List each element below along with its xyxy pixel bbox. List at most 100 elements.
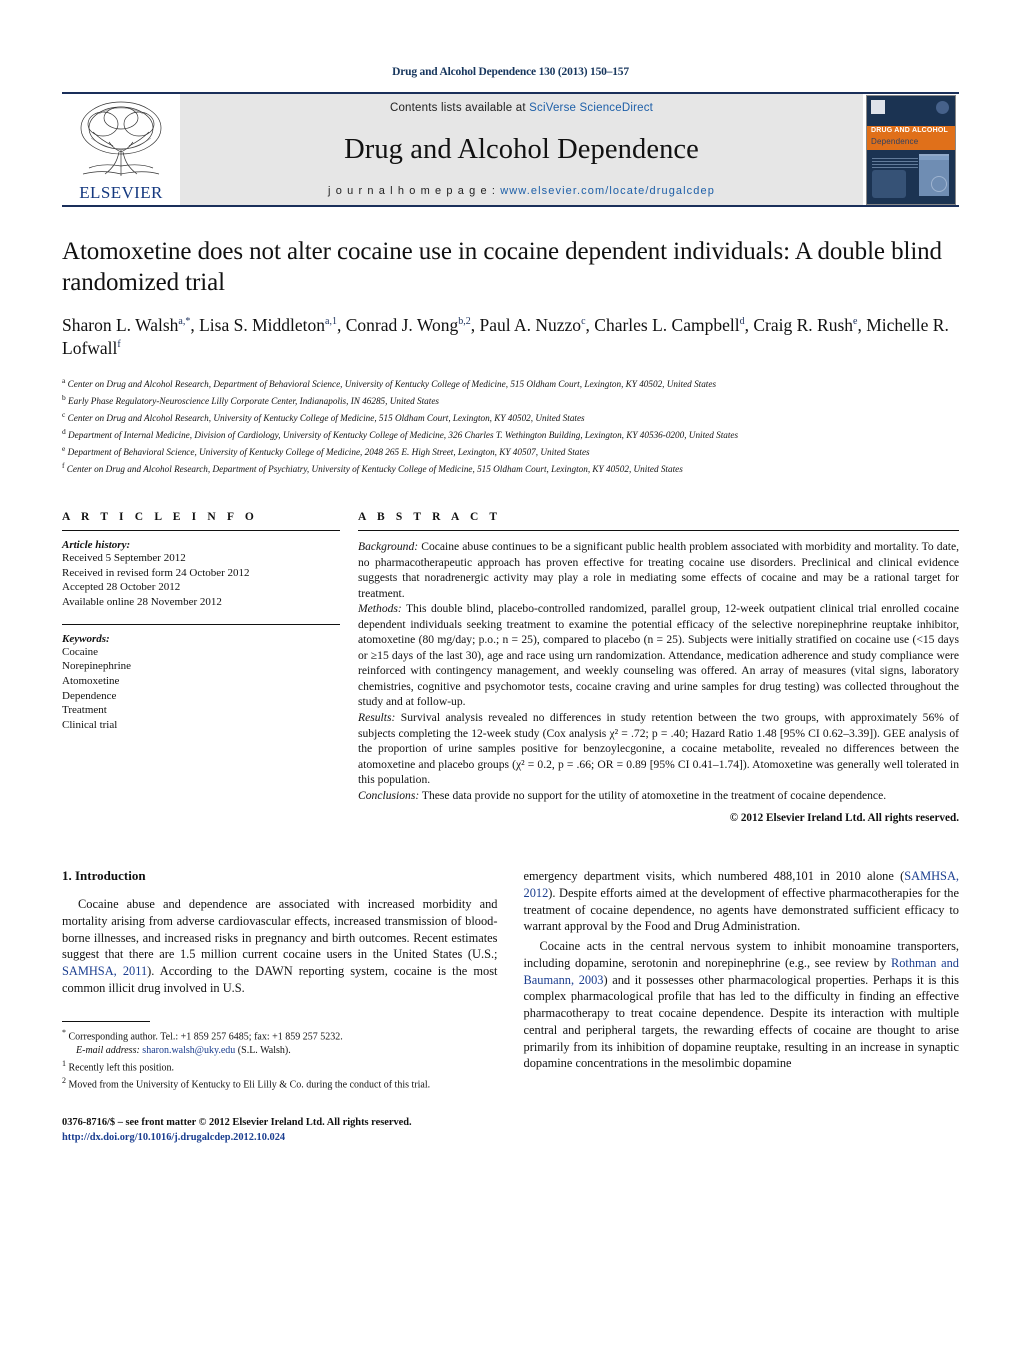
affiliation-text-a: Center on Drug and Alcohol Research, Dep… (67, 378, 717, 389)
history-online: Available online 28 November 2012 (62, 596, 222, 609)
article-info-rule (62, 530, 340, 532)
elsevier-wordmark: ELSEVIER (79, 183, 163, 202)
keyword-item: Atomoxetine (62, 674, 120, 687)
abstract-methods-label: Methods: (358, 602, 402, 616)
cover-hand-shape (872, 169, 906, 198)
journal-homepage-line: j o u r n a l h o m e p a g e : www.else… (328, 185, 715, 197)
abstract-heading: A B S T R A C T (358, 511, 502, 524)
journal-masthead: ELSEVIER Contents lists available at Sci… (62, 92, 959, 205)
homepage-label: j o u r n a l h o m e p a g e : (328, 185, 501, 197)
intro-right-text-2b: ) and it possesses other pharmacological… (523, 972, 960, 1071)
footnote-corresponding-text: Corresponding author. Tel.: +1 859 257 6… (68, 1030, 343, 1042)
doi-link[interactable]: http://dx.doi.org/10.1016/j.drugalcdep.2… (62, 1130, 498, 1145)
article-info-heading: A R T I C L E I N F O (62, 511, 258, 524)
cover-subtext-lines (872, 157, 918, 168)
affiliation-e: e Department of Behavioral Science, Univ… (62, 443, 959, 460)
info-abstract-row: A R T I C L E I N F O Article history: R… (62, 511, 959, 824)
intro-paragraph-right-2: Cocaine acts in the central nervous syst… (524, 938, 960, 1072)
footnote-note1-text: Recently left this position. (68, 1062, 175, 1074)
abstract-conclusions: Conclusions: These data provide no suppo… (358, 788, 959, 804)
issn-line: 0376-8716/$ – see front matter © 2012 El… (62, 1116, 412, 1128)
masthead-center: Contents lists available at SciVerse Sci… (180, 94, 863, 205)
email-link[interactable]: sharon.walsh@uky.edu (142, 1045, 235, 1056)
journal-cover-thumbnail: DRUG AND ALCOHOL Dependence (863, 94, 959, 205)
masthead-bottom-rule (62, 205, 959, 207)
affiliation-text-c: Center on Drug and Alcohol Research, Uni… (67, 413, 585, 424)
affiliation-marker-c: c (62, 409, 66, 419)
abstract-methods-text: This double blind, placebo-controlled ra… (358, 602, 959, 709)
cover-title-line1: DRUG AND ALCOHOL (871, 126, 948, 134)
intro-paragraph-left: Cocaine abuse and dependence are associa… (62, 896, 498, 996)
journal-title: Drug and Alcohol Dependence (344, 133, 699, 165)
footnote-rule (62, 1020, 150, 1022)
abstract-background: Background: Cocaine abuse continues to b… (358, 539, 959, 601)
intro-left-text-a: Cocaine abuse and dependence are associa… (62, 897, 498, 962)
intro-paragraph-right-1: emergency department visits, which numbe… (524, 868, 960, 935)
footnote-marker-asterisk: * (62, 1027, 66, 1037)
affiliation-marker-d: d (62, 427, 66, 437)
abstract-methods: Methods: This double blind, placebo-cont… (358, 601, 959, 710)
affiliation-marker-e: e (62, 444, 66, 454)
page-title: Atomoxetine does not alter cocaine use i… (62, 238, 942, 296)
article-page: Drug and Alcohol Dependence 130 (2013) 1… (0, 0, 1021, 1351)
footnote-note-2: 2 Moved from the University of Kentucky … (62, 1075, 498, 1092)
affiliation-c: c Center on Drug and Alcohol Research, U… (62, 409, 959, 426)
homepage-url[interactable]: www.elsevier.com/locate/drugalcdep (500, 185, 715, 197)
footnote-block: * Corresponding author. Tel.: +1 859 257… (62, 1020, 498, 1093)
elsevier-logo: ELSEVIER (62, 94, 180, 205)
email-suffix: (S.L. Walsh). (235, 1044, 291, 1056)
footnote-corresponding-author: * Corresponding author. Tel.: +1 859 257… (62, 1027, 498, 1058)
affiliation-marker-a: a (62, 375, 66, 385)
contents-prefix: Contents lists available at (389, 102, 530, 114)
citation-samhsa-2011[interactable]: SAMHSA, 2011 (62, 964, 147, 978)
keywords-label: Keywords: (62, 632, 110, 645)
keywords-rule (62, 623, 340, 625)
affiliation-marker-f: f (62, 461, 65, 471)
abstract-column: A B S T R A C T Background: Cocaine abus… (340, 511, 959, 824)
affiliation-a: a Center on Drug and Alcohol Research, D… (62, 375, 959, 392)
footnote-note2-text: Moved from the University of Kentucky to… (68, 1079, 431, 1091)
title-block: Atomoxetine does not alter cocaine use i… (62, 237, 959, 477)
footnote-note-1: 1 Recently left this position. (62, 1058, 498, 1075)
affiliation-text-f: Center on Drug and Alcohol Research, Dep… (66, 464, 683, 475)
abstract-background-label: Background: (358, 540, 419, 554)
cover-seal-icon (931, 175, 947, 192)
author-list: Sharon L. Walsha,*, Lisa S. Middletona,1… (62, 315, 949, 359)
article-history-label: Article history: (62, 539, 131, 552)
affiliation-text-b: Early Phase Regulatory-Neuroscience Lill… (68, 395, 439, 406)
intro-right-text-1a: emergency department visits, which numbe… (523, 869, 905, 884)
sciencedirect-link[interactable]: SciVerse ScienceDirect (529, 102, 653, 114)
email-label: E-mail address: (76, 1044, 140, 1056)
cover-elsevier-mark (871, 99, 885, 114)
abstract-results-text: Survival analysis revealed no difference… (358, 711, 959, 787)
abstract-conclusions-label: Conclusions: (358, 788, 420, 802)
body-column-left: 1. Introduction Cocaine abuse and depend… (62, 868, 498, 1145)
footnote-marker-2: 2 (62, 1076, 66, 1086)
abstract-conclusions-text: These data provide no support for the ut… (419, 788, 887, 802)
intro-right-text-1b: ). Despite efforts aimed at the developm… (523, 885, 960, 934)
elsevier-tree-icon (80, 101, 162, 176)
running-head: Drug and Alcohol Dependence 130 (2013) 1… (392, 66, 629, 78)
contents-list-line: Contents lists available at SciVerse Sci… (390, 102, 653, 114)
abstract-copyright: © 2012 Elsevier Ireland Ltd. All rights … (729, 812, 959, 825)
keyword-item: Cocaine (62, 645, 99, 658)
keyword-item: Clinical trial (62, 718, 118, 731)
affiliation-b: b Early Phase Regulatory-Neuroscience Li… (62, 392, 959, 409)
cover-title-line2: Dependence (871, 136, 919, 146)
keyword-item: Dependence (62, 689, 117, 702)
footnote-marker-1: 1 (62, 1058, 66, 1068)
keyword-item: Treatment (62, 704, 107, 717)
affiliation-text-d: Department of Internal Medicine, Divisio… (68, 430, 739, 441)
history-accepted: Accepted 28 October 2012 (62, 581, 181, 594)
abstract-results: Results: Survival analysis revealed no d… (358, 710, 959, 788)
cover-badge-icon (936, 100, 949, 114)
cover-image: DRUG AND ALCOHOL Dependence (866, 94, 956, 205)
affiliation-f: f Center on Drug and Alcohol Research, D… (62, 460, 959, 477)
footer-block: 0376-8716/$ – see front matter © 2012 El… (62, 1115, 498, 1145)
abstract-rule (358, 530, 959, 532)
affiliation-marker-b: b (62, 392, 66, 402)
abstract-results-label: Results: (358, 711, 396, 724)
history-received: Received 5 September 2012 (62, 552, 186, 565)
body-columns: 1. Introduction Cocaine abuse and depend… (62, 868, 959, 1145)
